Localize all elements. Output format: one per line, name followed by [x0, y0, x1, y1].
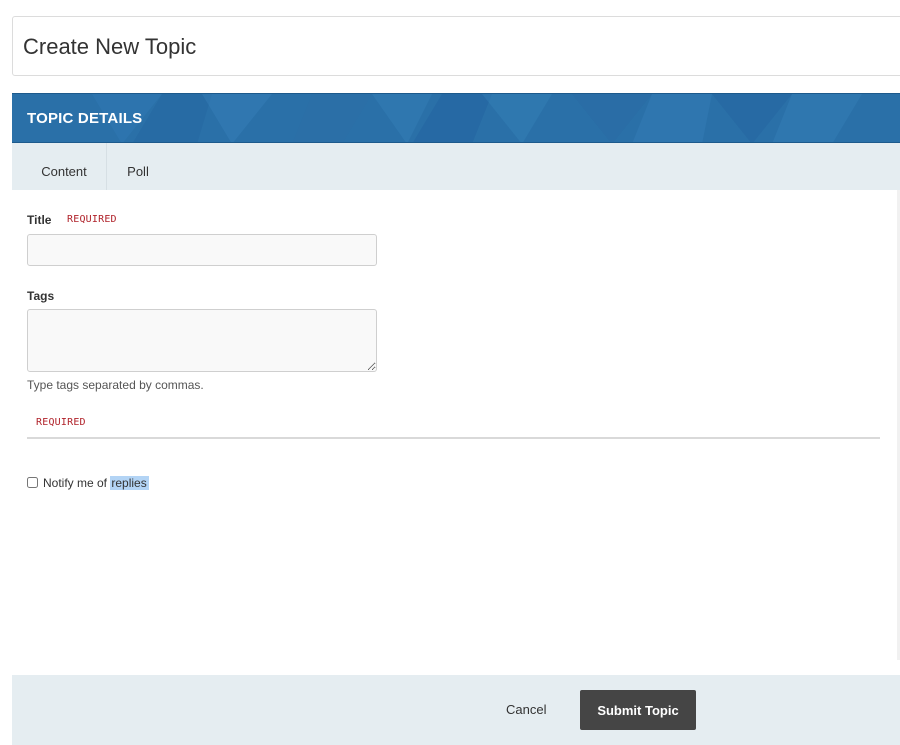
notify-label-prefix: Notify me of — [43, 476, 111, 490]
topic-form: Title REQUIRED Tags Type tags separated … — [12, 190, 900, 660]
tags-hint: Type tags separated by commas. — [27, 378, 204, 392]
tab-poll[interactable]: Poll — [108, 143, 168, 190]
submit-topic-button[interactable]: Submit Topic — [580, 690, 696, 730]
tab-content[interactable]: Content — [22, 143, 107, 190]
notify-label-highlight: replies — [110, 476, 149, 490]
page-title: Create New Topic — [23, 34, 197, 59]
tab-strip: Content Poll — [12, 143, 900, 190]
topic-details-bar: TOPIC DETAILS — [12, 93, 900, 143]
tags-input[interactable] — [27, 309, 377, 372]
tags-label: Tags — [27, 289, 55, 303]
form-footer: Cancel Submit Topic — [12, 675, 900, 745]
notify-label[interactable]: Notify me of replies — [43, 476, 149, 491]
decorative-pattern — [92, 94, 862, 142]
cancel-button[interactable]: Cancel — [506, 702, 546, 717]
page-header: Create New Topic — [12, 16, 900, 76]
section-title: TOPIC DETAILS — [27, 110, 143, 127]
editor-divider — [27, 437, 880, 439]
editor-required-tag: REQUIRED — [36, 417, 86, 428]
title-input[interactable] — [27, 234, 377, 266]
create-topic-page: Create New Topic TOPIC DETAILS Content P… — [0, 0, 900, 745]
title-label: Title — [27, 213, 52, 227]
title-required-tag: REQUIRED — [67, 214, 117, 225]
notify-checkbox[interactable] — [27, 477, 38, 488]
